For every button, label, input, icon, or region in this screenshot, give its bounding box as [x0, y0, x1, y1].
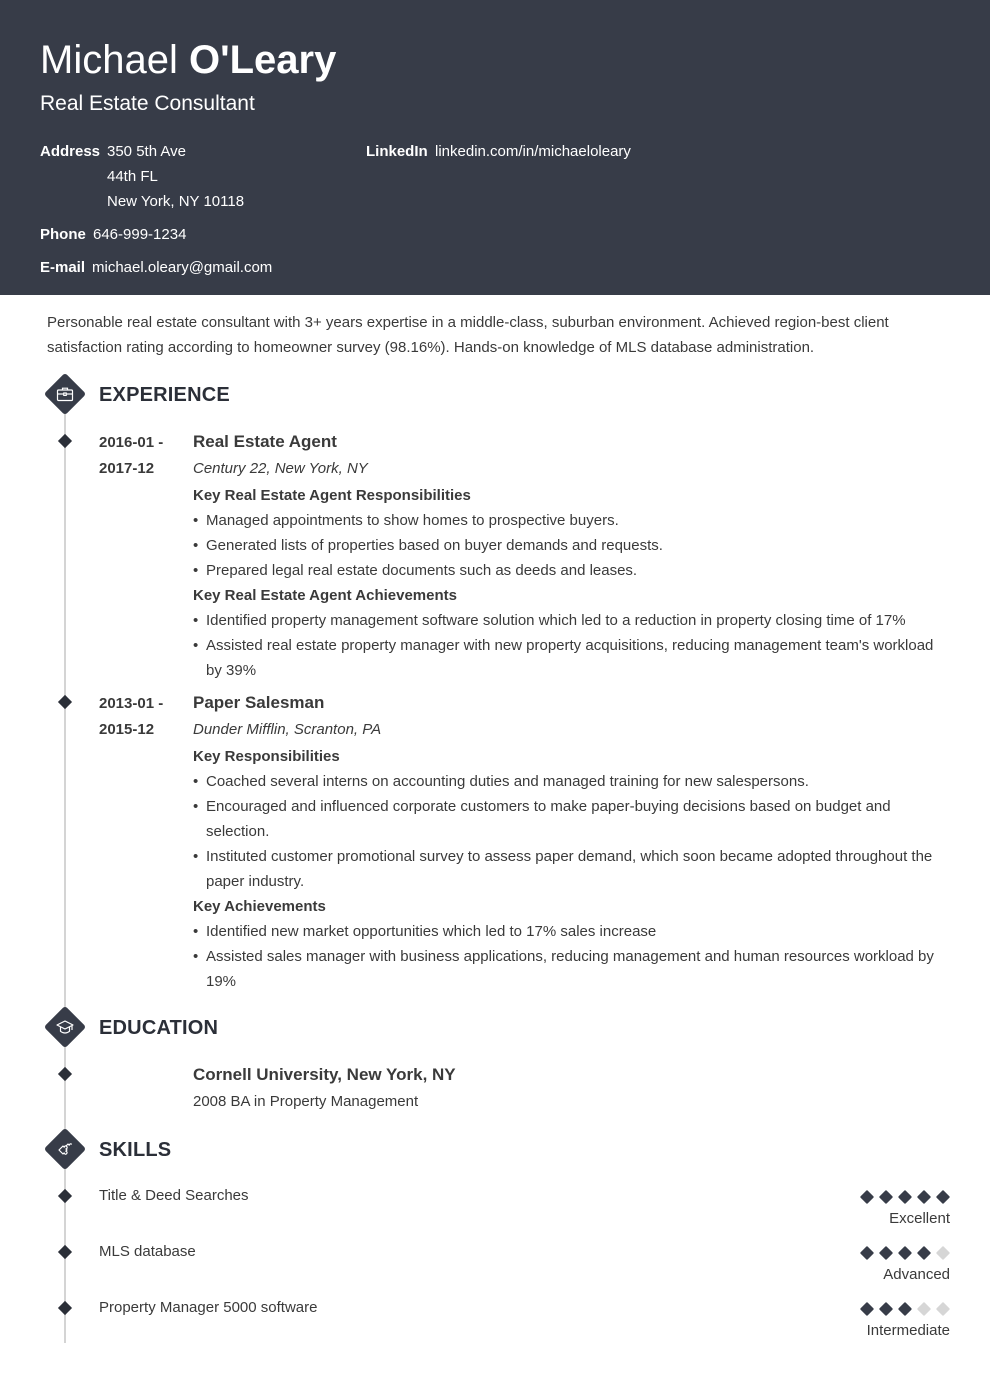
first-name: Michael [40, 38, 178, 82]
job-entry: Real Estate Agent Century 22, New York, … [193, 429, 943, 683]
rating-diamond-filled [935, 1189, 951, 1205]
skill-rating [859, 1300, 951, 1318]
resume-header: Michael O'Leary Real Estate Consultant A… [0, 0, 990, 295]
rating-diamond-filled [859, 1189, 875, 1205]
date-start: 2016-01 - [99, 434, 164, 451]
timeline-marker [57, 1188, 73, 1204]
rating-diamond-filled [859, 1245, 875, 1261]
skill-level: Advanced [883, 1266, 950, 1283]
job-company: Dunder Mifflin, Scranton, PA [193, 721, 382, 738]
date-end: 2015-12 [99, 721, 155, 738]
job-dates: 2016-01 - 2017-12 [99, 430, 179, 482]
contact-email: E-mail michael.oleary@gmail.com [40, 255, 272, 280]
degree: 2008 BA in Property Management [193, 1093, 419, 1110]
list-item: Identified new market opportunities whic… [193, 919, 943, 944]
linkedin-label: LinkedIn [366, 143, 428, 160]
job-role: Real Estate Agent [193, 432, 337, 451]
rating-diamond-filled [897, 1189, 913, 1205]
rating-diamond-filled [878, 1189, 894, 1205]
rating-diamond-filled [916, 1245, 932, 1261]
job-dates: 2013-01 - 2015-12 [99, 691, 179, 743]
list-item: Encouraged and influenced corporate cust… [193, 794, 943, 844]
skill-name: Title & Deed Searches [99, 1187, 249, 1204]
responsibilities-list: Managed appointments to show homes to pr… [193, 508, 943, 583]
list-item: Generated lists of properties based on b… [193, 533, 943, 558]
address-line: 44th FL [107, 168, 158, 185]
phone-label: Phone [40, 226, 86, 243]
contact-linkedin: LinkedIn linkedin.com/in/michaeloleary [366, 139, 631, 164]
skill-name: MLS database [99, 1243, 196, 1260]
timeline-marker [57, 1244, 73, 1260]
list-item: Assisted sales manager with business app… [193, 944, 943, 994]
achievements-list: Identified property management software … [193, 608, 943, 683]
rating-diamond-empty [935, 1301, 951, 1317]
candidate-name: Michael O'Leary [40, 36, 336, 84]
education-heading: EDUCATION [99, 1017, 219, 1039]
list-item: Assisted real estate property manager wi… [193, 633, 943, 683]
rating-diamond-filled [916, 1189, 932, 1205]
responsibilities-list: Coached several interns on accounting du… [193, 769, 943, 894]
email-link[interactable]: michael.oleary@gmail.com [92, 255, 272, 280]
education-entry: Cornell University, New York, NY 2008 BA… [193, 1062, 456, 1116]
contact-phone: Phone 646-999-1234 [40, 222, 186, 247]
job-role: Paper Salesman [193, 693, 325, 712]
briefcase-icon [56, 387, 74, 402]
puzzle-piece-icon [58, 1143, 73, 1155]
achievements-list: Identified new market opportunities whic… [193, 919, 943, 994]
timeline-marker [57, 694, 73, 710]
rating-diamond-empty [916, 1301, 932, 1317]
timeline-marker [57, 433, 73, 449]
skill-level: Intermediate [866, 1322, 950, 1339]
address-line: New York, NY 10118 [107, 193, 245, 210]
graduation-cap-icon [56, 1020, 74, 1034]
phone-value: 646-999-1234 [93, 226, 187, 243]
professional-summary: Personable real estate consultant with 3… [47, 314, 889, 356]
skills-heading: SKILLS [99, 1139, 172, 1161]
address-line: 350 5th Ave [107, 143, 186, 160]
education-section-icon [43, 1005, 87, 1049]
list-item: Prepared legal real estate documents suc… [193, 558, 943, 583]
contact-address: Address 350 5th Ave 44th FL New York, NY… [40, 139, 244, 214]
job-entry: Paper Salesman Dunder Mifflin, Scranton,… [193, 690, 943, 994]
rating-diamond-filled [878, 1245, 894, 1261]
experience-heading: EXPERIENCE [99, 384, 230, 406]
school-name: Cornell University, New York, NY [193, 1065, 456, 1084]
list-item: Coached several interns on accounting du… [193, 769, 943, 794]
skill-name: Property Manager 5000 software [99, 1299, 318, 1316]
rating-diamond-filled [878, 1301, 894, 1317]
job-company: Century 22, New York, NY [193, 460, 368, 477]
rating-diamond-empty [935, 1245, 951, 1261]
timeline-marker [57, 1300, 73, 1316]
skill-rating [859, 1244, 951, 1262]
last-name: O'Leary [188, 38, 337, 82]
responsibilities-heading: Key Real Estate Agent Responsibilities [193, 487, 471, 504]
rating-diamond-filled [897, 1301, 913, 1317]
date-end: 2017-12 [99, 460, 155, 477]
date-start: 2013-01 - [99, 695, 164, 712]
rating-diamond-filled [897, 1245, 913, 1261]
list-item: Identified property management software … [193, 608, 943, 633]
experience-section-icon [43, 372, 87, 416]
achievements-heading: Key Achievements [193, 898, 326, 915]
skill-level: Excellent [889, 1210, 950, 1227]
list-item: Managed appointments to show homes to pr… [193, 508, 943, 533]
email-label: E-mail [40, 259, 86, 276]
linkedin-link[interactable]: linkedin.com/in/michaeloleary [435, 139, 631, 164]
skill-rating [859, 1188, 951, 1206]
achievements-heading: Key Real Estate Agent Achievements [193, 587, 457, 604]
skills-section-icon [43, 1127, 87, 1171]
list-item: Instituted customer promotional survey t… [193, 844, 943, 894]
rating-diamond-filled [859, 1301, 875, 1317]
timeline-marker [57, 1066, 73, 1082]
job-title: Real Estate Consultant [40, 92, 255, 115]
responsibilities-heading: Key Responsibilities [193, 748, 340, 765]
address-label: Address [40, 143, 101, 160]
address-value: 350 5th Ave 44th FL New York, NY 10118 [107, 139, 244, 214]
